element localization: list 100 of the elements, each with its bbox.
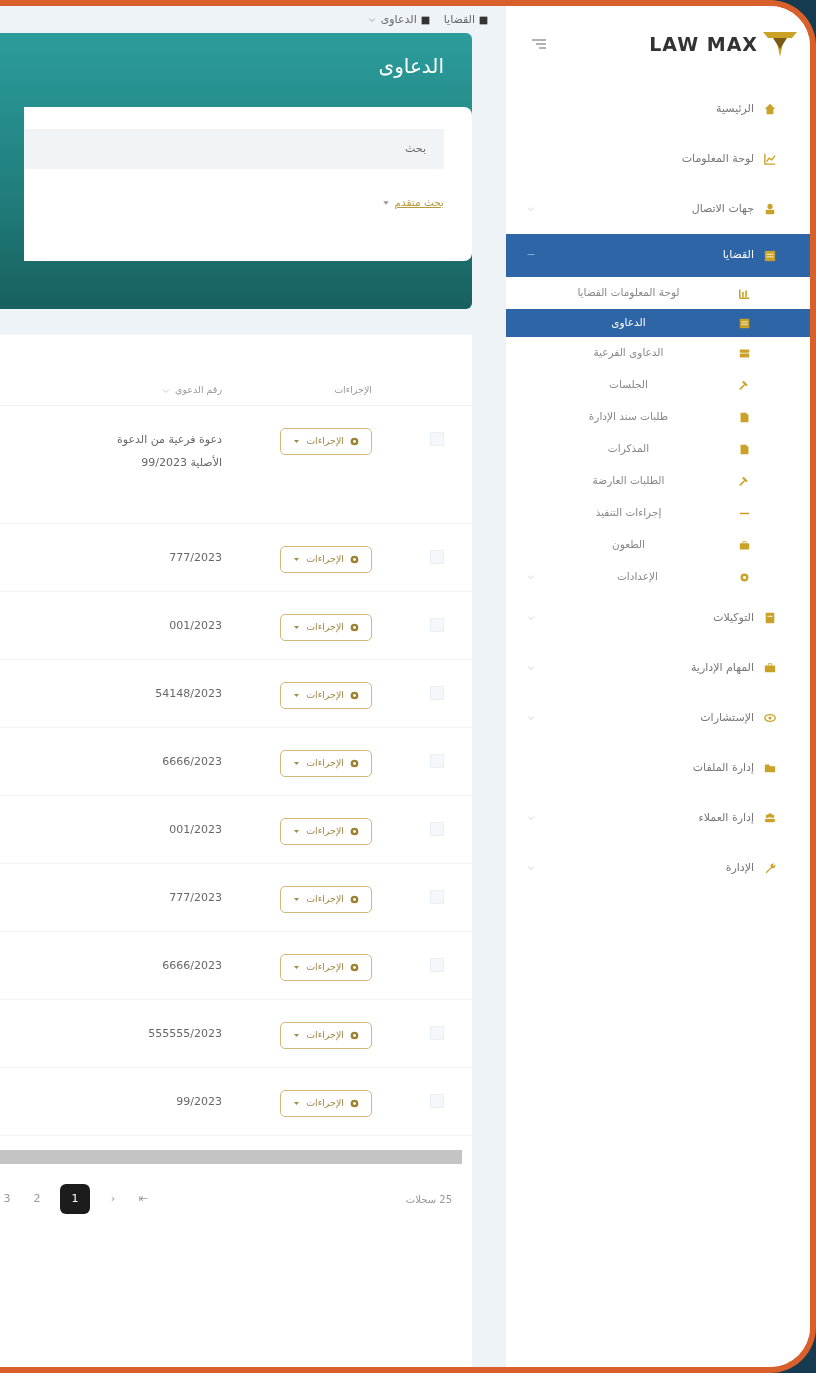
case-number: 001/2023 — [168, 822, 222, 839]
document-icon — [739, 443, 750, 455]
gavel-icon — [739, 379, 750, 391]
menu-item[interactable]: إدارة العملاء — [506, 793, 810, 843]
menu-item[interactable]: المذكرات — [506, 433, 810, 465]
menu-item[interactable]: الإدارة — [506, 843, 810, 893]
horizontal-scrollbar[interactable] — [0, 1150, 462, 1165]
search-field[interactable]: بحث — [24, 128, 444, 169]
gear-icon — [350, 758, 359, 768]
menu-item[interactable]: المهام الإدارية — [506, 643, 810, 693]
caret-icon — [293, 437, 301, 445]
first-page-button[interactable]: ⇤ — [136, 1191, 150, 1208]
actions-dropdown-button[interactable]: الإجراءات — [280, 428, 372, 455]
menu-item[interactable]: الإعدادات — [506, 561, 810, 593]
actions-dropdown-button[interactable]: الإجراءات — [280, 1022, 372, 1049]
chevron-icon — [526, 572, 536, 582]
menu-item[interactable]: الدعاوى — [506, 309, 810, 337]
chevron-icon — [526, 813, 536, 823]
chevron-icon — [526, 713, 536, 723]
actions-dropdown-button[interactable]: الإجراءات — [280, 750, 372, 777]
actions-dropdown-button[interactable]: الإجراءات — [280, 886, 372, 913]
caret-icon — [293, 1031, 301, 1039]
list-icon — [764, 249, 776, 262]
home-icon — [764, 103, 776, 115]
user-icon — [764, 203, 776, 215]
archive-icon — [739, 347, 750, 359]
chevron-icon — [526, 863, 536, 873]
menu-item[interactable]: الطعون — [506, 529, 810, 561]
page-button[interactable]: 3 — [0, 1191, 14, 1208]
case-number: دعوة فرعية من الدعوة الأصلية 99/2023 — [116, 432, 222, 472]
briefcase-icon — [739, 539, 750, 551]
gear-icon — [350, 1030, 359, 1040]
menu-item[interactable]: إدارة الملفات — [506, 743, 810, 793]
users-icon — [764, 812, 776, 824]
chevron-icon — [526, 204, 536, 214]
menu-item[interactable]: الدعاوى الفرعية — [506, 337, 810, 369]
gavel-icon — [739, 475, 750, 487]
actions-dropdown-button[interactable]: الإجراءات — [280, 682, 372, 709]
menu-item[interactable]: إجراءات التنفيذ — [506, 497, 810, 529]
caret-icon — [293, 555, 301, 563]
gear-icon — [350, 436, 359, 446]
caret-icon — [293, 759, 301, 767]
actions-dropdown-button[interactable]: الإجراءات — [280, 546, 372, 573]
case-number: 777/2023 — [168, 890, 222, 907]
menu-item[interactable]: الرئيسية — [506, 84, 810, 134]
gear-icon — [350, 554, 359, 564]
list-icon — [420, 15, 430, 25]
caret-icon — [293, 827, 301, 835]
caret-icon — [293, 895, 301, 903]
document-icon — [739, 411, 750, 423]
actions-dropdown-button[interactable]: الإجراءات — [280, 818, 372, 845]
breadcrumb-link[interactable]: الدعاوى — [366, 12, 417, 29]
actions-dropdown-button[interactable]: الإجراءات — [280, 954, 372, 981]
page-button[interactable]: 1 — [60, 1184, 90, 1215]
menu-icon[interactable] — [532, 39, 546, 49]
list-icon — [739, 317, 750, 329]
folder-icon — [764, 762, 776, 774]
menu-item[interactable]: الطلبات العارضة — [506, 465, 810, 497]
menu-item[interactable]: الجلسات — [506, 369, 810, 401]
logo-text: LAW MAX — [649, 31, 758, 57]
advanced-search-link[interactable]: بحث متقدم — [394, 194, 444, 211]
caret-icon — [293, 963, 301, 971]
caret-icon — [293, 623, 301, 631]
case-number: 6666/2023 — [161, 754, 222, 771]
menu-item[interactable]: التوكيلات — [506, 593, 810, 643]
caret-icon — [293, 691, 301, 699]
menu-item[interactable]: طلبات سند الإدارة — [506, 401, 810, 433]
chart-icon — [739, 287, 750, 299]
menu-item[interactable]: الإستشارات — [506, 693, 810, 743]
chevron-icon — [526, 663, 536, 673]
gear-icon — [350, 1098, 359, 1108]
page-title: الدعاوى — [377, 52, 444, 80]
eye-icon — [764, 712, 776, 724]
previous-page-button[interactable]: ‹ — [106, 1191, 120, 1208]
briefcase-icon — [764, 662, 776, 674]
column-header[interactable]: رقم الدعوى — [175, 384, 222, 395]
case-number: 555555/2023 — [147, 1026, 222, 1043]
gear-icon — [350, 894, 359, 904]
breadcrumb-link[interactable]: القضايا — [443, 12, 475, 29]
actions-dropdown-button[interactable]: الإجراءات — [280, 614, 372, 641]
chart-icon — [764, 153, 776, 165]
page-button[interactable]: 2 — [30, 1191, 44, 1208]
menu-item[interactable]: جهات الاتصال — [506, 184, 810, 234]
list-icon — [479, 15, 488, 25]
case-number: 99/2023 — [175, 1094, 222, 1111]
gear-icon — [350, 962, 359, 972]
record-count: 25 سجلات — [405, 1192, 452, 1207]
case-number: 6666/2023 — [161, 958, 222, 975]
menu-item[interactable]: القضايا — [506, 234, 810, 277]
actions-dropdown-button[interactable]: الإجراءات — [280, 1090, 372, 1117]
chevron-icon — [526, 613, 536, 623]
case-number: 001/2023 — [168, 618, 222, 635]
case-number: 777/2023 — [168, 550, 222, 567]
wrench-icon — [764, 862, 776, 874]
menu-item[interactable]: لوحة المعلومات القضايا — [506, 277, 810, 309]
caret-icon — [381, 198, 390, 207]
caret-icon — [293, 1099, 301, 1107]
gear-icon — [739, 571, 750, 583]
menu-item[interactable]: لوحة المعلومات — [506, 134, 810, 184]
gear-icon — [350, 690, 359, 700]
